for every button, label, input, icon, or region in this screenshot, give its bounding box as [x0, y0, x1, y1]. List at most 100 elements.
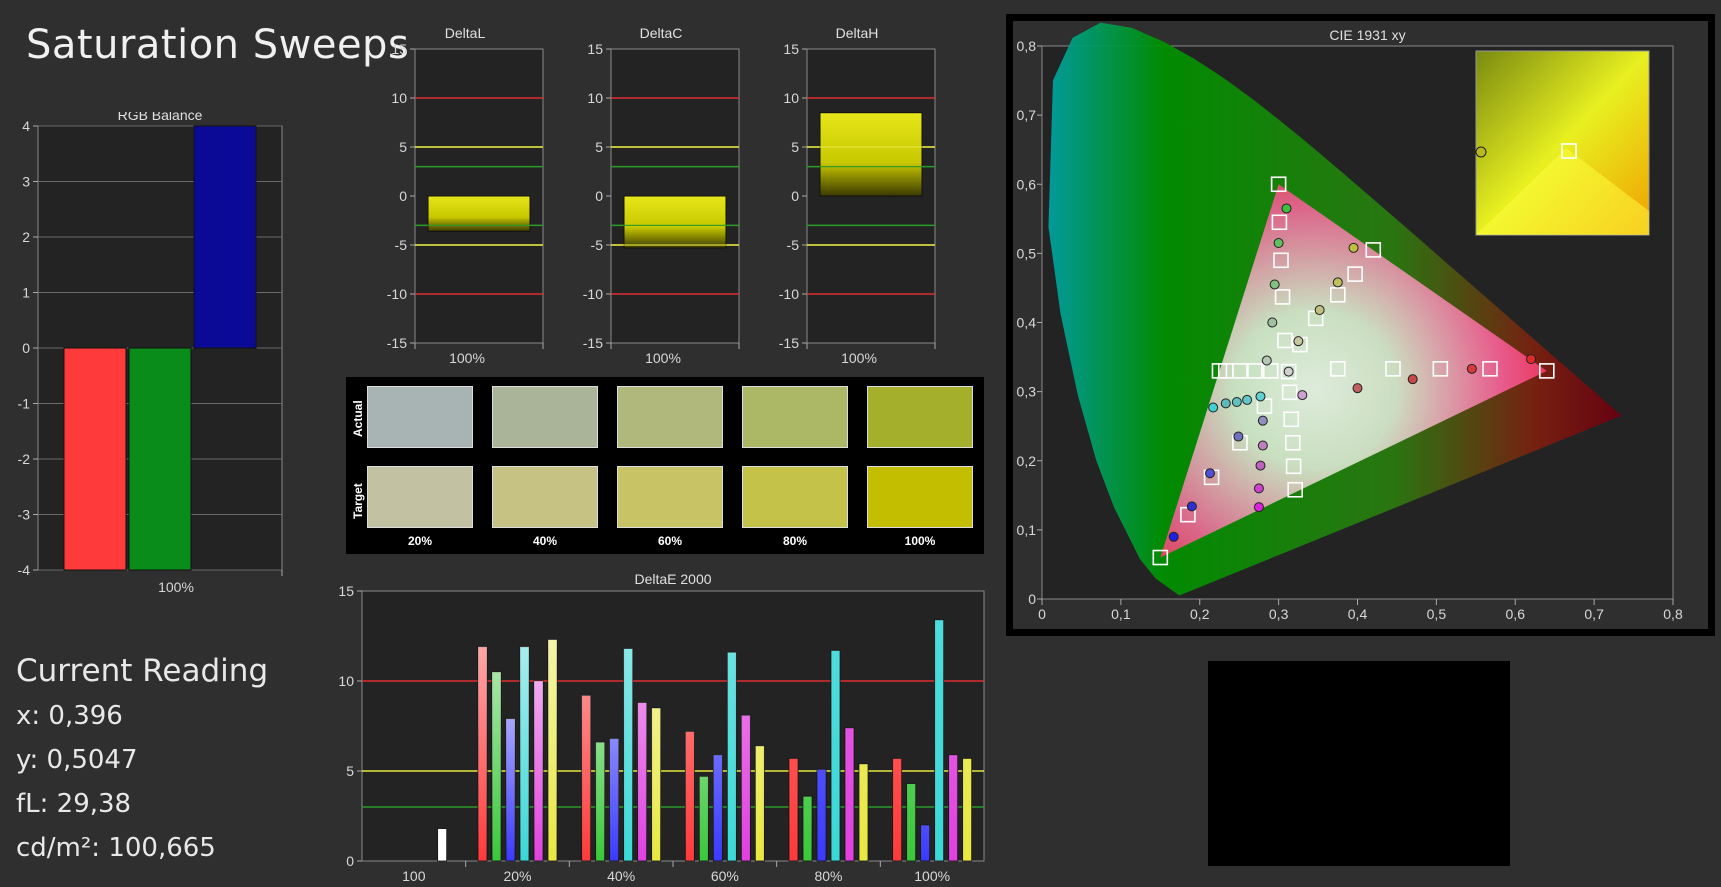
deltae-bar-sheen	[637, 702, 647, 861]
deltae-bar-sheen	[727, 652, 737, 861]
deltae-bar-sheen	[581, 695, 591, 861]
deltae-bar-sheen	[595, 742, 605, 861]
cie-x-tick-label: 0,6	[1506, 606, 1526, 622]
deltae-x-label: 40%	[607, 868, 635, 884]
deltae-chart: DeltaE 2000 0 5 10 15 100 20% 40% 60% 80% 100%	[338, 571, 985, 884]
deltae-x-label: 100	[402, 868, 426, 884]
deltae-title: DeltaE 2000	[634, 571, 711, 587]
cie-y-tick-label: 0,6	[1017, 176, 1037, 192]
swatch-panel: Actual Target 20% 40% 60% 80% 100%	[346, 377, 984, 554]
cie-measured-point	[1242, 394, 1253, 405]
deltaH-tick-label: -10	[779, 286, 799, 302]
cie-measured-point	[1466, 363, 1477, 374]
deltae-bar-sheen	[478, 646, 487, 861]
deltaH-bar	[819, 112, 923, 197]
deltae-bar-sheen	[859, 763, 868, 861]
deltaL-x-label: 100%	[449, 350, 485, 365]
swatch-actual	[742, 386, 848, 448]
deltaH-tick-label: 10	[783, 90, 799, 106]
deltae-bar-sheen	[755, 745, 765, 861]
deltae-bar-sheen	[651, 708, 661, 861]
rgb-tick-label: 1	[22, 285, 30, 301]
rgb-x-label: 100%	[158, 579, 194, 595]
cie-measured-point	[1407, 374, 1418, 385]
cie-measured-point	[1205, 468, 1216, 479]
deltaH-tick-label: 5	[791, 139, 799, 155]
cie-x-tick-label: 0,7	[1584, 606, 1604, 622]
swatch-caption: 80%	[782, 534, 808, 548]
page-title: Saturation Sweeps	[26, 22, 410, 68]
cie-measured-point	[1253, 502, 1264, 513]
cie-x-tick-label: 0,3	[1269, 606, 1289, 622]
deltae-bar-sheen	[845, 727, 854, 861]
deltae-tick-label: 10	[338, 673, 354, 689]
cie-measured-point	[1168, 531, 1179, 542]
deltae-bar-sheen	[817, 769, 826, 861]
swatch-caption: 40%	[532, 534, 558, 548]
deltae-bar-sheen	[920, 825, 930, 861]
cie-y-tick-label: 0,4	[1017, 315, 1037, 331]
deltaH-title: DeltaH	[836, 25, 879, 41]
cie-measured-point	[1257, 440, 1268, 451]
deltae-bar-sheen	[789, 758, 798, 861]
rgb-tick-label: 0	[22, 340, 30, 356]
cie-measured-point	[1220, 398, 1231, 409]
cie-measured-point	[1269, 279, 1280, 290]
deltae-bar-sheen	[609, 738, 619, 861]
rgb-bar-b	[193, 125, 257, 349]
current-reading: Current Reading x: 0,396 y: 0,5047 fL: 2…	[16, 653, 268, 877]
rgb-tick-label: -1	[18, 396, 31, 412]
deltae-bar-sheen	[962, 758, 972, 861]
cie-y-tick-label: 0,1	[1017, 522, 1037, 538]
deltaL-tick-label: 0	[399, 188, 407, 204]
deltae-bar-sheen	[906, 783, 916, 861]
deltaC-bar	[623, 195, 727, 249]
cie-chart: CIE 1931 xy 0 0,1 0,2 0,3 0,4 0,5 0,6 0,7 0,8 0 0,1…	[1006, 14, 1715, 636]
deltaH-tick-label: 15	[783, 41, 799, 57]
swatch-caption: 60%	[657, 534, 683, 548]
swatch-caption: 100%	[904, 534, 936, 548]
deltae-bar-sheen	[506, 718, 515, 861]
cie-measured-point	[1231, 396, 1242, 407]
reading-fl: fL: 29,38	[16, 789, 132, 819]
cie-x-tick-label: 0,2	[1190, 606, 1210, 622]
cie-y-tick-label: 0,3	[1017, 384, 1037, 400]
deltae-x-label: 80%	[814, 868, 842, 884]
cie-measured-point	[1348, 242, 1359, 253]
deltae-bar-sheen	[437, 828, 447, 861]
deltaC-tick-label: -5	[591, 237, 604, 253]
swatch-target	[742, 466, 848, 528]
cie-measured-point	[1352, 383, 1363, 394]
deltae-x-label: 60%	[711, 868, 739, 884]
deltae-plot-area	[361, 590, 985, 862]
deltaC-tick-label: -15	[583, 335, 603, 351]
swatch-actual	[867, 386, 973, 448]
rgb-tick-label: -2	[18, 451, 31, 467]
deltac-chart: DeltaC -15 -10 -5 0 5 10 15 100%	[583, 25, 740, 365]
deltaH-tick-label: -15	[779, 335, 799, 351]
cie-zoom-measured	[1475, 146, 1487, 158]
cie-y-tick-label: 0,5	[1017, 245, 1037, 261]
rgb-tick-label: -3	[18, 507, 31, 523]
deltaH-tick-label: 0	[791, 188, 799, 204]
rgb-bar-r	[63, 347, 127, 571]
swatch-actual	[617, 386, 723, 448]
deltaC-tick-label: 5	[595, 139, 603, 155]
swatch-target	[492, 466, 598, 528]
deltae-bar-sheen	[831, 650, 840, 861]
cie-measured-point	[1297, 390, 1308, 401]
deltae-bar-sheen	[623, 648, 633, 861]
cie-measured-point	[1283, 366, 1294, 377]
deltaC-tick-label: 10	[587, 90, 603, 106]
swatch-target	[367, 466, 473, 528]
swatch-target	[867, 466, 973, 528]
deltae-x-label: 100%	[914, 868, 950, 884]
cie-y-tick-label: 0,2	[1017, 453, 1037, 469]
deltae-bar-sheen	[548, 639, 557, 861]
deltal-chart: DeltaL -15 -10 -5 0 5 10 15 100%	[387, 25, 544, 365]
cie-measured-point	[1261, 355, 1272, 366]
swatch-actual	[492, 386, 598, 448]
deltaL-tick-label: 10	[391, 90, 407, 106]
rgb-tick-label: -4	[18, 562, 31, 578]
deltae-tick-label: 15	[338, 583, 354, 599]
